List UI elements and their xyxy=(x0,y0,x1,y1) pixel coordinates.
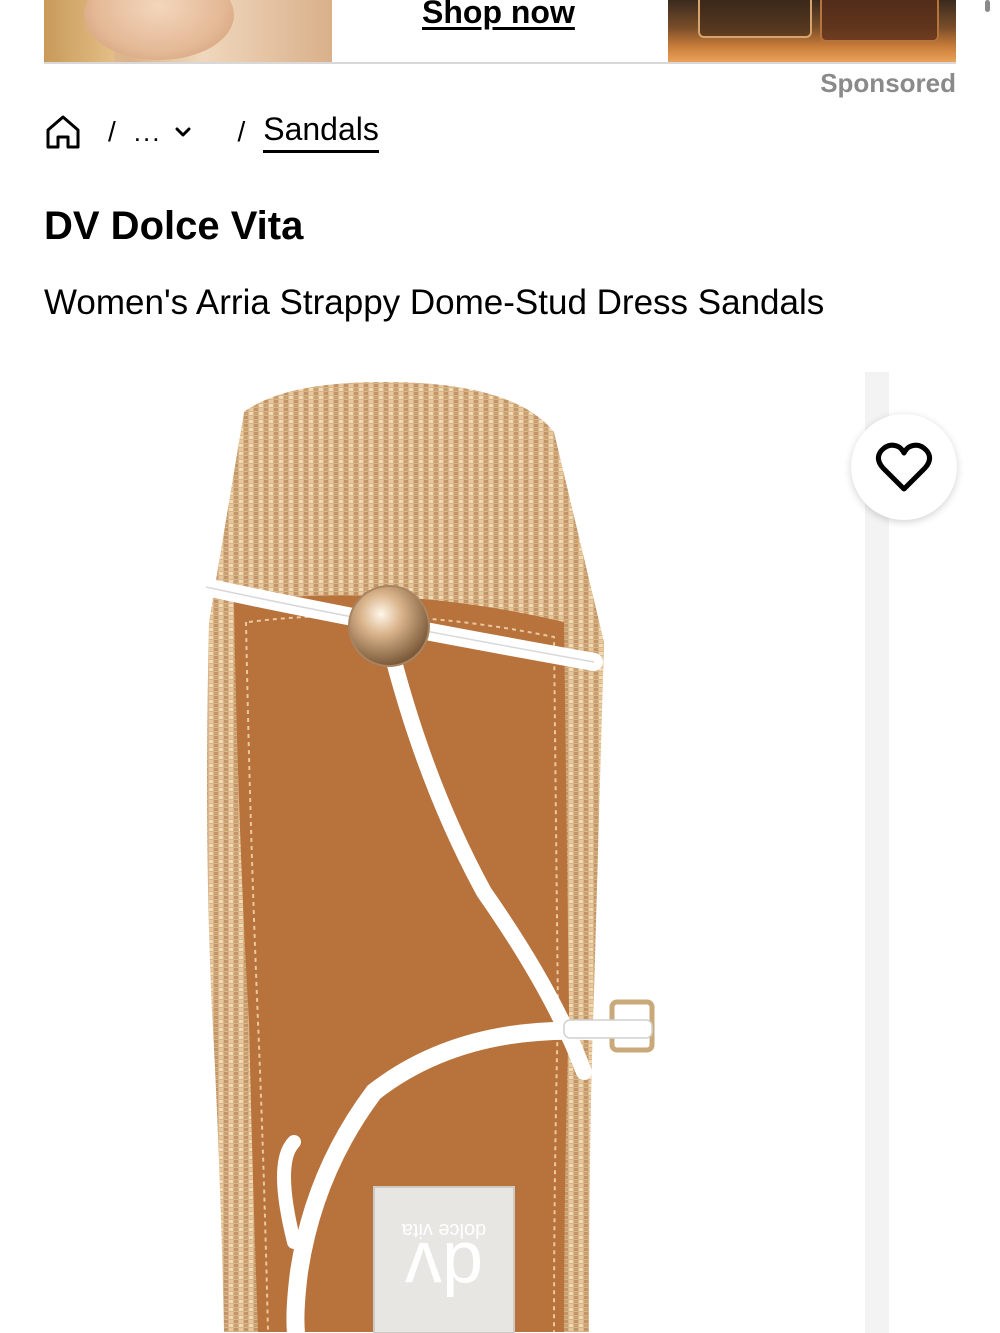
wishlist-button[interactable] xyxy=(851,414,957,520)
product-title: Women's Arria Strappy Dome-Stud Dress Sa… xyxy=(44,283,825,322)
breadcrumb-more-button[interactable]: ... xyxy=(134,117,194,148)
heart-outline-icon xyxy=(875,442,933,492)
breadcrumb-separator: / xyxy=(237,116,246,147)
chevron-down-icon xyxy=(175,127,191,137)
shop-now-link[interactable]: Shop now xyxy=(422,0,575,31)
breadcrumb-more-label: ... xyxy=(133,116,162,147)
scrollbar[interactable] xyxy=(985,0,990,12)
breadcrumb-sandals-link[interactable]: Sandals xyxy=(263,111,379,153)
image-logo-mark: dv xyxy=(405,1227,483,1310)
breadcrumb: / ... / Sandals xyxy=(44,110,379,154)
sandal-illustration: dolce vita dv xyxy=(197,382,655,1333)
sponsored-label: Sponsored xyxy=(820,68,956,98)
product-image[interactable]: dolce vita dv xyxy=(44,372,889,1333)
breadcrumb-separator: / xyxy=(108,116,116,147)
product-brand[interactable]: DV Dolce Vita xyxy=(44,204,303,249)
ad-fragrance-image xyxy=(668,0,956,62)
home-icon[interactable] xyxy=(44,113,82,151)
sponsored-ad-banner[interactable]: Shop now xyxy=(44,0,956,64)
ad-model-image xyxy=(44,0,332,62)
